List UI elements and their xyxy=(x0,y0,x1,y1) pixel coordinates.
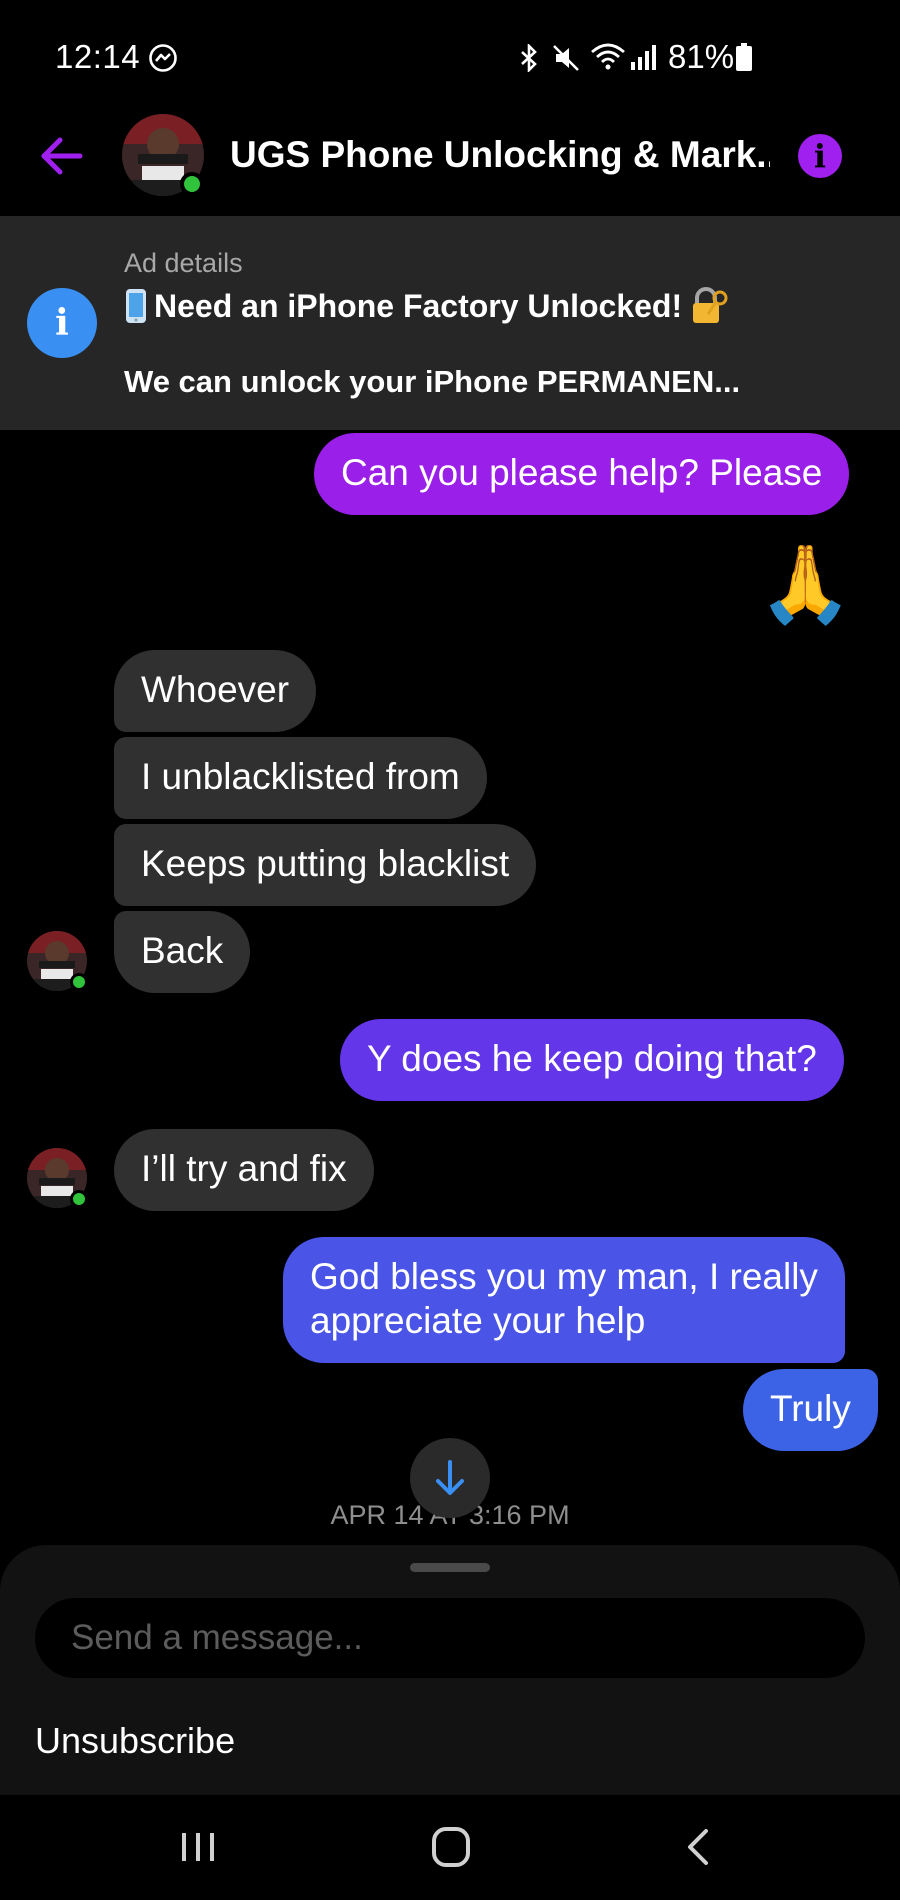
message-text-line: God bless you my man, I really xyxy=(310,1256,818,1297)
message-outgoing[interactable]: Truly xyxy=(743,1369,878,1451)
home-icon[interactable] xyxy=(420,1823,480,1871)
online-status-indicator xyxy=(70,1190,88,1208)
online-status-indicator xyxy=(70,973,88,991)
drag-handle[interactable] xyxy=(410,1563,490,1572)
arrow-down-icon xyxy=(436,1460,464,1495)
message-incoming[interactable]: Back xyxy=(114,911,251,993)
back-arrow-icon[interactable] xyxy=(38,132,86,180)
ad-details-banner[interactable]: i Ad details Need an iPhone Factory Unlo… xyxy=(0,216,900,430)
message-incoming[interactable]: Whoever xyxy=(114,650,317,732)
back-nav-icon[interactable] xyxy=(670,1823,730,1871)
battery-icon xyxy=(736,43,752,71)
info-button[interactable]: i xyxy=(798,134,842,178)
messenger-icon xyxy=(149,44,177,72)
message-text: Truly xyxy=(770,1388,851,1429)
message-outgoing[interactable]: Y does he keep doing that? xyxy=(340,1019,844,1101)
message-text: Y does he keep doing that? xyxy=(367,1038,817,1079)
info-icon: i xyxy=(27,288,97,358)
online-status-indicator xyxy=(180,172,204,196)
signal-icon xyxy=(631,45,656,70)
scroll-to-bottom-button[interactable] xyxy=(410,1438,490,1518)
system-navigation-bar xyxy=(0,1795,900,1900)
message-text: Whoever xyxy=(141,669,290,710)
message-incoming[interactable]: I unblacklisted from xyxy=(114,737,487,819)
message-emoji[interactable]: 🙏 xyxy=(758,540,853,630)
status-time: 12:14 xyxy=(55,38,141,75)
battery-percentage: 81% xyxy=(668,38,735,75)
message-text: I’ll try and fix xyxy=(141,1148,347,1189)
message-input[interactable] xyxy=(35,1598,865,1678)
message-incoming[interactable]: I’ll try and fix xyxy=(114,1129,374,1211)
message-text: I unblacklisted from xyxy=(141,756,460,797)
message-outgoing[interactable]: Can you please help? Please xyxy=(314,433,850,515)
bluetooth-icon xyxy=(521,44,537,72)
mute-icon xyxy=(553,45,579,71)
message-text-line: appreciate your help xyxy=(310,1300,646,1341)
ad-label: Ad details xyxy=(124,248,243,278)
ad-headline: Need an iPhone Factory Unlocked! xyxy=(154,287,683,324)
message-text: Keeps putting blacklist xyxy=(141,843,510,884)
wifi-icon xyxy=(591,43,625,70)
ad-headline-row: Need an iPhone Factory Unlocked! xyxy=(124,286,728,326)
composer-sheet: Unsubscribe xyxy=(0,1545,900,1795)
recent-apps-icon[interactable] xyxy=(170,1823,230,1871)
message-incoming[interactable]: Keeps putting blacklist xyxy=(114,824,537,906)
unsubscribe-button[interactable]: Unsubscribe xyxy=(35,1720,235,1762)
conversation-title[interactable]: UGS Phone Unlocking & Mark... xyxy=(230,134,770,176)
locked-with-key-icon xyxy=(693,287,728,323)
message-text: Back xyxy=(141,930,224,971)
mobile-phone-icon xyxy=(126,289,146,323)
message-outgoing[interactable]: God bless you my man, I really appreciat… xyxy=(283,1237,845,1363)
info-icon: i xyxy=(813,137,827,175)
status-bar: 12:14 81% xyxy=(0,0,900,112)
message-text: Can you please help? Please xyxy=(341,452,823,493)
ad-body: We can unlock your iPhone PERMANEN... xyxy=(124,364,741,399)
conversation-header: UGS Phone Unlocking & Mark... i xyxy=(0,112,900,216)
